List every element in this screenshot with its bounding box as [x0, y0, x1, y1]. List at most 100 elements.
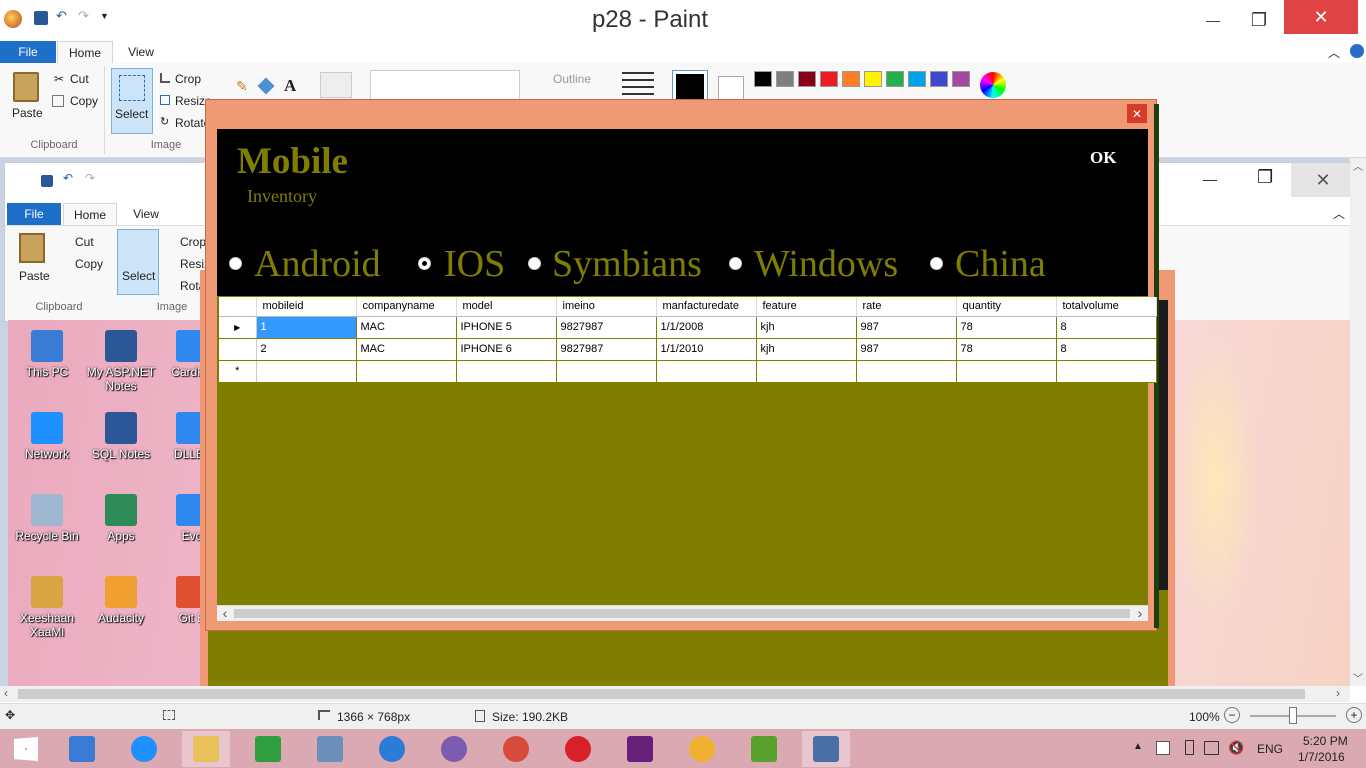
column-header[interactable]: model — [456, 297, 557, 317]
customize-qat-icon[interactable]: ▼ — [100, 11, 109, 21]
radio-label-china[interactable]: China — [955, 244, 1046, 284]
language-indicator[interactable]: ENG — [1257, 742, 1283, 756]
tab-view[interactable]: View — [116, 41, 166, 63]
taskbar-app-chrome[interactable] — [492, 731, 540, 767]
taskbar-app-hex[interactable] — [430, 731, 478, 767]
scroll-thumb[interactable] — [234, 609, 1130, 618]
color-swatch[interactable] — [842, 71, 860, 87]
table-cell[interactable] — [256, 360, 357, 383]
column-header[interactable]: rate — [856, 297, 957, 317]
desktop-icon[interactable]: This PC — [9, 330, 85, 379]
table-cell[interactable] — [756, 360, 857, 383]
column-header[interactable]: manfacturedate — [656, 297, 757, 317]
radio-ios[interactable] — [418, 257, 431, 270]
collapse-ribbon-icon[interactable]: ︿ — [1328, 44, 1340, 61]
radio-label-ios[interactable]: IOS — [444, 244, 505, 284]
desktop-icon[interactable]: Audacity — [83, 576, 159, 625]
close-button[interactable]: ✕ — [1284, 0, 1358, 34]
select-button[interactable]: Select — [111, 68, 153, 134]
outline-dropdown[interactable]: Outline — [553, 72, 591, 86]
data-grid[interactable]: mobileid companyname model imeino manfacture… — [219, 297, 1157, 383]
undo-icon[interactable]: ↶ — [56, 8, 67, 24]
scroll-right-button[interactable]: › — [1132, 605, 1148, 621]
shapes-gallery[interactable] — [370, 70, 520, 102]
minimize-button[interactable]: — — [1190, 2, 1236, 38]
color-swatch[interactable] — [798, 71, 816, 87]
zoom-in-button[interactable]: + — [1346, 707, 1362, 723]
taskbar-app-paint[interactable] — [678, 731, 726, 767]
table-cell[interactable]: 8 — [1056, 338, 1157, 361]
table-cell[interactable]: IPHONE 5 — [456, 316, 557, 339]
taskbar-app-visual-studio[interactable] — [616, 731, 664, 767]
color-swatch[interactable] — [820, 71, 838, 87]
edit-colors-icon[interactable] — [980, 72, 1006, 98]
table-cell[interactable]: 987 — [856, 316, 957, 339]
table-cell[interactable]: 2 — [256, 338, 357, 361]
column-header[interactable]: feature — [756, 297, 857, 317]
crop-button[interactable]: Crop — [175, 72, 201, 86]
table-row[interactable]: ▶ 1 MAC IPHONE 5 9827987 1/1/2008 kjh 987 78 8 — [219, 316, 1157, 339]
table-cell[interactable]: 78 — [956, 338, 1057, 361]
table-cell[interactable] — [556, 360, 657, 383]
table-cell[interactable]: 1/1/2010 — [656, 338, 757, 361]
canvas-scroll-right-icon[interactable]: › — [1336, 686, 1340, 700]
paste-button[interactable]: Paste — [12, 106, 43, 120]
canvas-v-scrollbar[interactable]: ︿ ﹀ — [1350, 158, 1366, 686]
row-header[interactable] — [219, 338, 257, 361]
brushes-icon[interactable] — [320, 72, 352, 98]
table-cell[interactable]: 78 — [956, 316, 1057, 339]
paste-icon[interactable] — [13, 72, 39, 102]
text-icon[interactable]: A — [284, 76, 296, 96]
radio-china[interactable] — [930, 257, 943, 270]
action-center-icon[interactable] — [1156, 741, 1170, 755]
clock-time[interactable]: 5:20 PM — [1303, 734, 1348, 748]
taskbar-app-store[interactable] — [244, 731, 292, 767]
color-swatch[interactable] — [864, 71, 882, 87]
taskbar-app-spiral[interactable] — [368, 731, 416, 767]
column-header[interactable]: mobileid — [256, 297, 357, 317]
new-row[interactable]: * — [219, 360, 1157, 383]
clock-date[interactable]: 1/7/2016 — [1298, 750, 1345, 764]
paint-app-icon[interactable] — [4, 10, 22, 28]
tab-file[interactable]: File — [0, 41, 56, 63]
table-row[interactable]: 2 MAC IPHONE 6 9827987 1/1/2010 kjh 987 78 8 — [219, 338, 1157, 361]
dialog-close-button[interactable]: ✕ — [1127, 104, 1147, 123]
taskbar-app-ie[interactable] — [120, 731, 168, 767]
table-cell[interactable]: 1 — [256, 316, 357, 339]
pencil-icon[interactable]: ✎ — [236, 78, 248, 95]
table-cell[interactable]: MAC — [356, 338, 457, 361]
desktop-icon[interactable]: Network — [9, 412, 85, 461]
table-cell[interactable] — [456, 360, 557, 383]
table-cell[interactable] — [356, 360, 457, 383]
table-cell[interactable]: IPHONE 6 — [456, 338, 557, 361]
save-icon[interactable] — [34, 11, 48, 25]
color-swatch[interactable] — [754, 71, 772, 87]
radio-label-android[interactable]: Android — [254, 244, 381, 284]
taskbar-app-form[interactable] — [802, 731, 850, 767]
desktop-icon[interactable]: Apps — [83, 494, 159, 543]
show-hidden-icons[interactable]: ▲ — [1133, 741, 1143, 752]
row-header[interactable]: ▶ — [219, 316, 257, 339]
help-icon[interactable] — [1350, 44, 1364, 58]
table-cell[interactable] — [656, 360, 757, 383]
zoom-slider-thumb[interactable] — [1289, 707, 1297, 724]
column-header[interactable]: companyname — [356, 297, 457, 317]
zoom-out-button[interactable]: − — [1224, 707, 1240, 723]
table-cell[interactable]: MAC — [356, 316, 457, 339]
table-cell[interactable] — [856, 360, 957, 383]
table-cell[interactable]: kjh — [756, 316, 857, 339]
color-swatch[interactable] — [952, 71, 970, 87]
canvas-scroll-down-icon[interactable]: ﹀ — [1353, 670, 1363, 685]
canvas-h-scrollbar[interactable]: ‹ › — [0, 686, 1350, 702]
battery-icon[interactable] — [1185, 740, 1194, 755]
taskbar-app-bluestacks[interactable] — [740, 731, 788, 767]
table-cell[interactable]: 9827987 — [556, 316, 657, 339]
table-cell[interactable]: 987 — [856, 338, 957, 361]
canvas-scroll-thumb[interactable] — [18, 689, 1305, 699]
new-row-header[interactable]: * — [219, 360, 257, 383]
scroll-left-button[interactable]: ‹ — [217, 605, 233, 621]
network-icon[interactable] — [1204, 741, 1219, 755]
canvas-scroll-left-icon[interactable]: ‹ — [4, 686, 8, 700]
redo-icon[interactable]: ↷ — [78, 8, 89, 24]
copy-button[interactable]: Copy — [70, 94, 98, 108]
